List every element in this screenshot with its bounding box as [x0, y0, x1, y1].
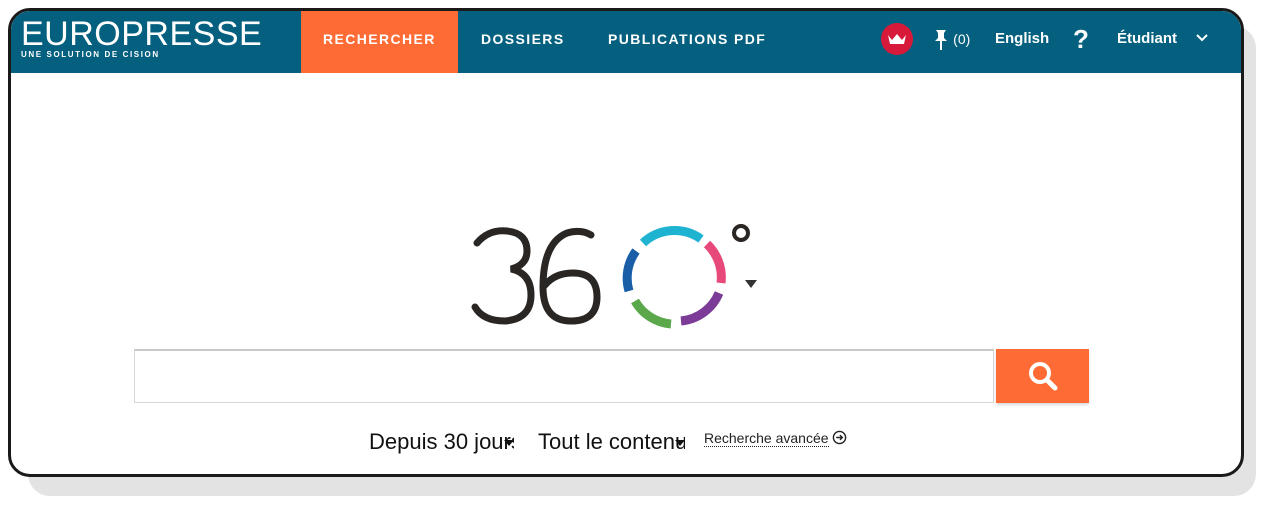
360-dropdown-caret-icon[interactable]: [745, 280, 757, 288]
arrow-circle-right-icon: [833, 430, 847, 445]
language-switch[interactable]: English: [995, 11, 1049, 73]
period-select[interactable]: Depuis 30 jours: [369, 427, 514, 457]
top-navigation-bar: EUROPRESSE UNE SOLUTION DE CISION RECHER…: [11, 11, 1241, 73]
pin-count: (0): [953, 31, 971, 47]
help-icon[interactable]: ?: [1073, 11, 1089, 73]
360-logo[interactable]: [471, 221, 751, 333]
content-value: Tout le contenu: [538, 429, 685, 454]
advanced-search-label: Recherche avancée: [704, 430, 829, 447]
period-value: Depuis 30 jours: [369, 429, 514, 454]
nav-rechercher[interactable]: RECHERCHER: [301, 11, 458, 73]
nav-publications-pdf[interactable]: PUBLICATIONS PDF: [608, 11, 766, 73]
europresse-logo[interactable]: EUROPRESSE UNE SOLUTION DE CISION: [21, 15, 262, 59]
content-select[interactable]: Tout le contenu: [538, 427, 685, 457]
edition-flag-icon[interactable]: [881, 23, 913, 55]
search-icon: [1028, 362, 1057, 391]
main-content: Depuis 30 jours Tout le contenu Recherch…: [11, 73, 1241, 474]
search-input[interactable]: [134, 349, 994, 403]
period-caret-icon: [504, 440, 514, 446]
advanced-search-link[interactable]: Recherche avancée: [704, 430, 847, 447]
app-window: EUROPRESSE UNE SOLUTION DE CISION RECHER…: [8, 8, 1244, 477]
nav-dossiers[interactable]: DOSSIERS: [481, 11, 565, 73]
user-menu[interactable]: Étudiant: [1117, 11, 1209, 73]
pin-icon: [935, 30, 947, 51]
search-button[interactable]: [996, 349, 1089, 403]
logo-name: EUROPRESSE: [21, 15, 263, 53]
content-caret-icon: [675, 440, 685, 446]
pinned-items[interactable]: (0): [933, 11, 970, 73]
chevron-down-icon: [1196, 34, 1208, 42]
user-label: Étudiant: [1117, 30, 1177, 47]
